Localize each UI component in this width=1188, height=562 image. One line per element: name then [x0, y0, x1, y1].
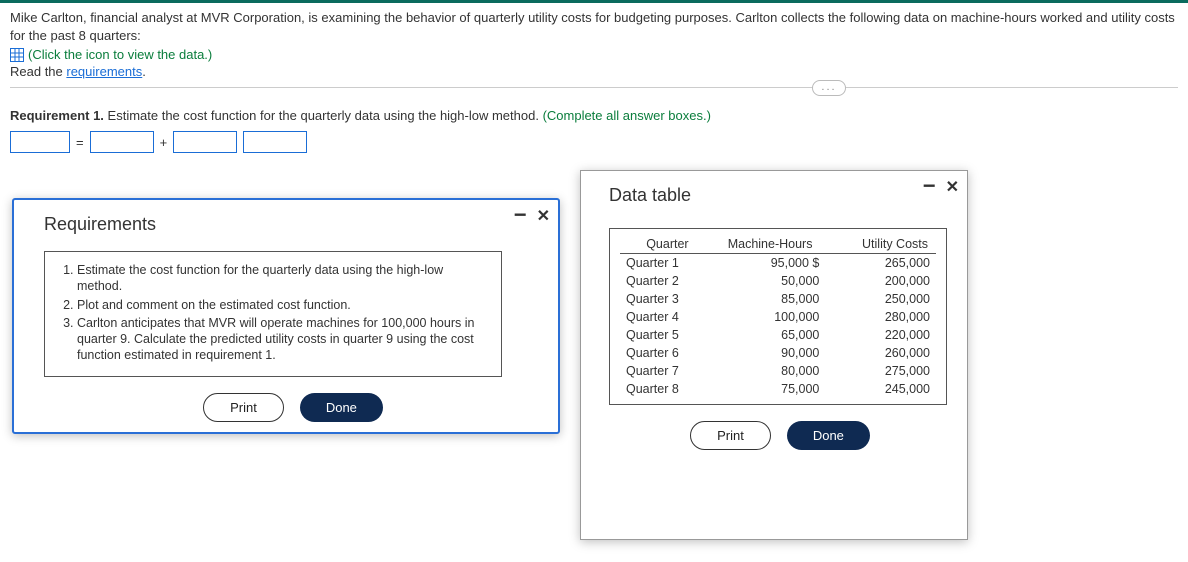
- minimize-icon[interactable]: −: [514, 204, 527, 226]
- requirement-item: Plot and comment on the estimated cost f…: [77, 297, 489, 313]
- requirements-list-box: Estimate the cost function for the quart…: [44, 251, 502, 377]
- table-row: Quarter 385,000250,000: [620, 290, 936, 308]
- data-grid-icon[interactable]: [10, 48, 24, 62]
- print-button[interactable]: Print: [203, 393, 284, 422]
- cell-machine-hours: 85,000: [715, 290, 826, 308]
- data-table-title: Data table: [609, 185, 951, 206]
- cell-machine-hours: 95,000 $: [715, 254, 826, 273]
- cell-quarter: Quarter 3: [620, 290, 715, 308]
- equation-input-4[interactable]: [243, 131, 307, 153]
- requirements-link[interactable]: requirements: [66, 64, 142, 79]
- equation-input-1[interactable]: [10, 131, 70, 153]
- table-row: Quarter 690,000260,000: [620, 344, 936, 362]
- cell-utility-costs: 280,000: [825, 308, 936, 326]
- cell-machine-hours: 75,000: [715, 380, 826, 398]
- cell-utility-costs: 250,000: [825, 290, 936, 308]
- table-row: Quarter 565,000220,000: [620, 326, 936, 344]
- read-suffix: .: [142, 64, 146, 79]
- read-requirements-line: Read the requirements.: [10, 64, 1178, 79]
- equation-input-3[interactable]: [173, 131, 237, 153]
- more-options-button[interactable]: ...: [812, 80, 846, 96]
- cell-quarter: Quarter 8: [620, 380, 715, 398]
- cell-machine-hours: 90,000: [715, 344, 826, 362]
- equation-input-2[interactable]: [90, 131, 154, 153]
- table-row: Quarter 780,000275,000: [620, 362, 936, 380]
- col-quarter: Quarter: [620, 235, 715, 254]
- data-table: Quarter Machine-Hours Utility Costs Quar…: [620, 235, 936, 398]
- cell-utility-costs: 245,000: [825, 380, 936, 398]
- cell-machine-hours: 100,000: [715, 308, 826, 326]
- requirement-item: Estimate the cost function for the quart…: [77, 262, 489, 295]
- cell-quarter: Quarter 7: [620, 362, 715, 380]
- section-divider: ...: [10, 87, 1178, 88]
- table-row: Quarter 875,000245,000: [620, 380, 936, 398]
- table-row: Quarter 4100,000280,000: [620, 308, 936, 326]
- cell-quarter: Quarter 6: [620, 344, 715, 362]
- table-row: Quarter 195,000 $265,000: [620, 254, 936, 273]
- cell-machine-hours: 65,000: [715, 326, 826, 344]
- requirement-item: Carlton anticipates that MVR will operat…: [77, 315, 489, 364]
- cell-utility-costs: 265,000: [825, 254, 936, 273]
- equation-row: = +: [10, 131, 1178, 153]
- print-button[interactable]: Print: [690, 421, 771, 450]
- intro-text: Mike Carlton, financial analyst at MVR C…: [10, 9, 1178, 45]
- data-table-box: Quarter Machine-Hours Utility Costs Quar…: [609, 228, 947, 405]
- done-button[interactable]: Done: [300, 393, 383, 422]
- req1-text: Estimate the cost function for the quart…: [104, 108, 543, 123]
- req1-hint: (Complete all answer boxes.): [543, 108, 711, 123]
- col-utility-costs: Utility Costs: [825, 235, 936, 254]
- view-data-hint: (Click the icon to view the data.): [28, 47, 212, 62]
- close-icon[interactable]: ✕: [537, 209, 550, 225]
- cell-utility-costs: 200,000: [825, 272, 936, 290]
- cell-utility-costs: 260,000: [825, 344, 936, 362]
- requirements-title: Requirements: [44, 214, 542, 235]
- minimize-icon[interactable]: −: [923, 175, 936, 197]
- cell-quarter: Quarter 5: [620, 326, 715, 344]
- cell-machine-hours: 80,000: [715, 362, 826, 380]
- plus-sign: +: [160, 135, 168, 150]
- cell-machine-hours: 50,000: [715, 272, 826, 290]
- cell-quarter: Quarter 4: [620, 308, 715, 326]
- data-table-modal: − ✕ Data table Quarter Machine-Hours Uti…: [580, 170, 968, 540]
- cell-quarter: Quarter 1: [620, 254, 715, 273]
- close-icon[interactable]: ✕: [946, 180, 959, 196]
- read-prefix: Read the: [10, 64, 66, 79]
- table-row: Quarter 250,000200,000: [620, 272, 936, 290]
- requirements-modal: − ✕ Requirements Estimate the cost funct…: [12, 198, 560, 434]
- cell-utility-costs: 220,000: [825, 326, 936, 344]
- req1-label: Requirement 1.: [10, 108, 104, 123]
- cell-utility-costs: 275,000: [825, 362, 936, 380]
- equals-sign: =: [76, 135, 84, 150]
- done-button[interactable]: Done: [787, 421, 870, 450]
- col-machine-hours: Machine-Hours: [715, 235, 826, 254]
- cell-quarter: Quarter 2: [620, 272, 715, 290]
